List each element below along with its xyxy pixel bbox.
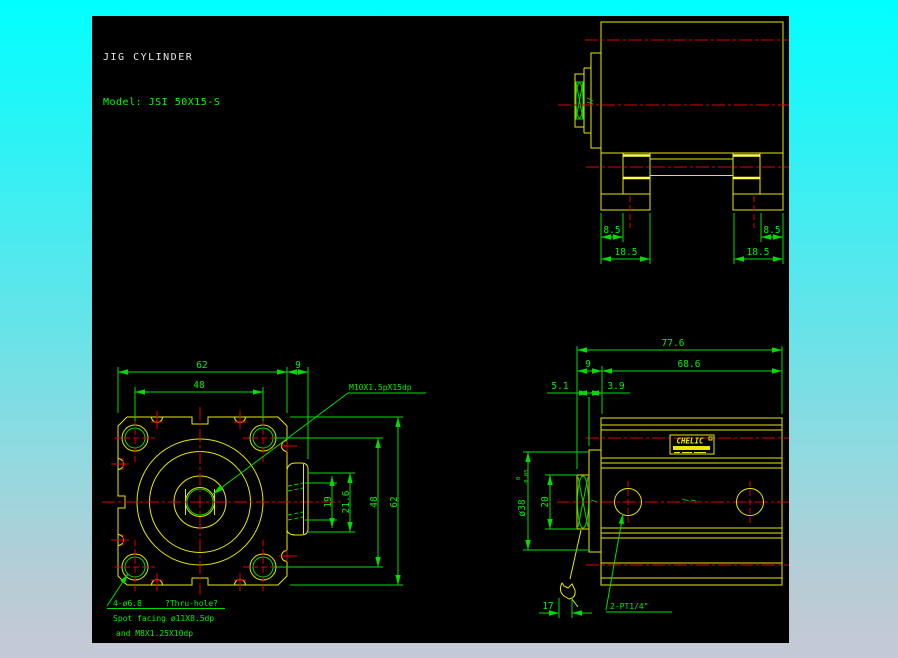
dim-bore: ø38	[517, 499, 528, 516]
trademark-mark	[708, 436, 713, 441]
hole-notes: 4-ø6.8 ?Thru-hole? Spot facing ø11X8.5dp…	[106, 573, 225, 638]
bore-tol-lower: -0.05	[524, 469, 530, 486]
dim-77p6: 77.6	[662, 338, 685, 349]
brand-name: CHELIC	[676, 437, 704, 446]
side-view-top-dimensions: 77.6 9 68.6 5.1 3.9	[547, 338, 783, 469]
dim-17: 17	[542, 601, 553, 612]
desktop: { "title_block": { "line1": "JIG CYLINDE…	[0, 0, 898, 658]
cad-drawing-canvas: JIG CYLINDER Model: JSI 50X15-S 8.5 18.5…	[92, 16, 789, 643]
bore-tol-upper: 0	[516, 477, 522, 480]
wrench-icon	[559, 582, 576, 600]
dim-19: 19	[323, 496, 334, 508]
brand-bar	[673, 446, 710, 450]
note-thru: ?Thru-hole?	[165, 599, 218, 608]
micro-label	[681, 498, 697, 502]
piston-rod	[576, 449, 602, 553]
label-ports: 2-PT1/4"	[610, 602, 649, 611]
label-thread: M10X1.5pX15dp	[349, 383, 412, 392]
dim-5p1: 5.1	[551, 381, 568, 392]
dim-18p5-left: 18.5	[615, 247, 638, 258]
note-spotface: Spot facing ø11X8.5dp	[113, 614, 214, 623]
dim-48-right: 48	[369, 496, 380, 508]
micro-label	[586, 97, 594, 105]
bore-dimension: ø38 0 -0.05	[516, 451, 589, 551]
dim-20: 20	[540, 496, 551, 508]
wrench-dimension: 17	[539, 598, 592, 618]
dim-3p9: 3.9	[607, 381, 624, 392]
top-view: 8.5 18.5 8.5 18.5	[558, 21, 789, 264]
front-view: 62 9 48 19 21.6 48 62 M10X1.5pX15dp 4-ø6…	[102, 360, 426, 638]
dim-68p6: 68.6	[678, 359, 701, 370]
dim-8p5-right: 8.5	[763, 225, 780, 236]
side-view: CHELIC ø38 0 -0.05 20 77.6 9 68.6 5.1 3.…	[516, 338, 789, 618]
dim-8p5-left: 8.5	[603, 225, 620, 236]
wrench-flats-callout	[559, 529, 582, 608]
dim-9-top: 9	[295, 360, 301, 371]
dim-62-right: 62	[389, 496, 400, 507]
dim-62-top: 62	[196, 360, 207, 371]
dim-9-side: 9	[585, 359, 591, 370]
dim-48-top: 48	[193, 380, 205, 391]
drawing-sheet: 8.5 18.5 8.5 18.5 62 9 48 19 21.6 48 62 …	[102, 21, 789, 638]
note-holes: 4-ø6.8	[113, 599, 142, 608]
top-view-dimensions: 8.5 18.5 8.5 18.5	[600, 213, 784, 264]
dim-21p6: 21.6	[341, 490, 352, 513]
dim-18p5-right: 18.5	[747, 247, 770, 258]
port-fitting-icon	[574, 73, 594, 128]
note-tap: and M8X1.25X10dp	[116, 629, 193, 638]
